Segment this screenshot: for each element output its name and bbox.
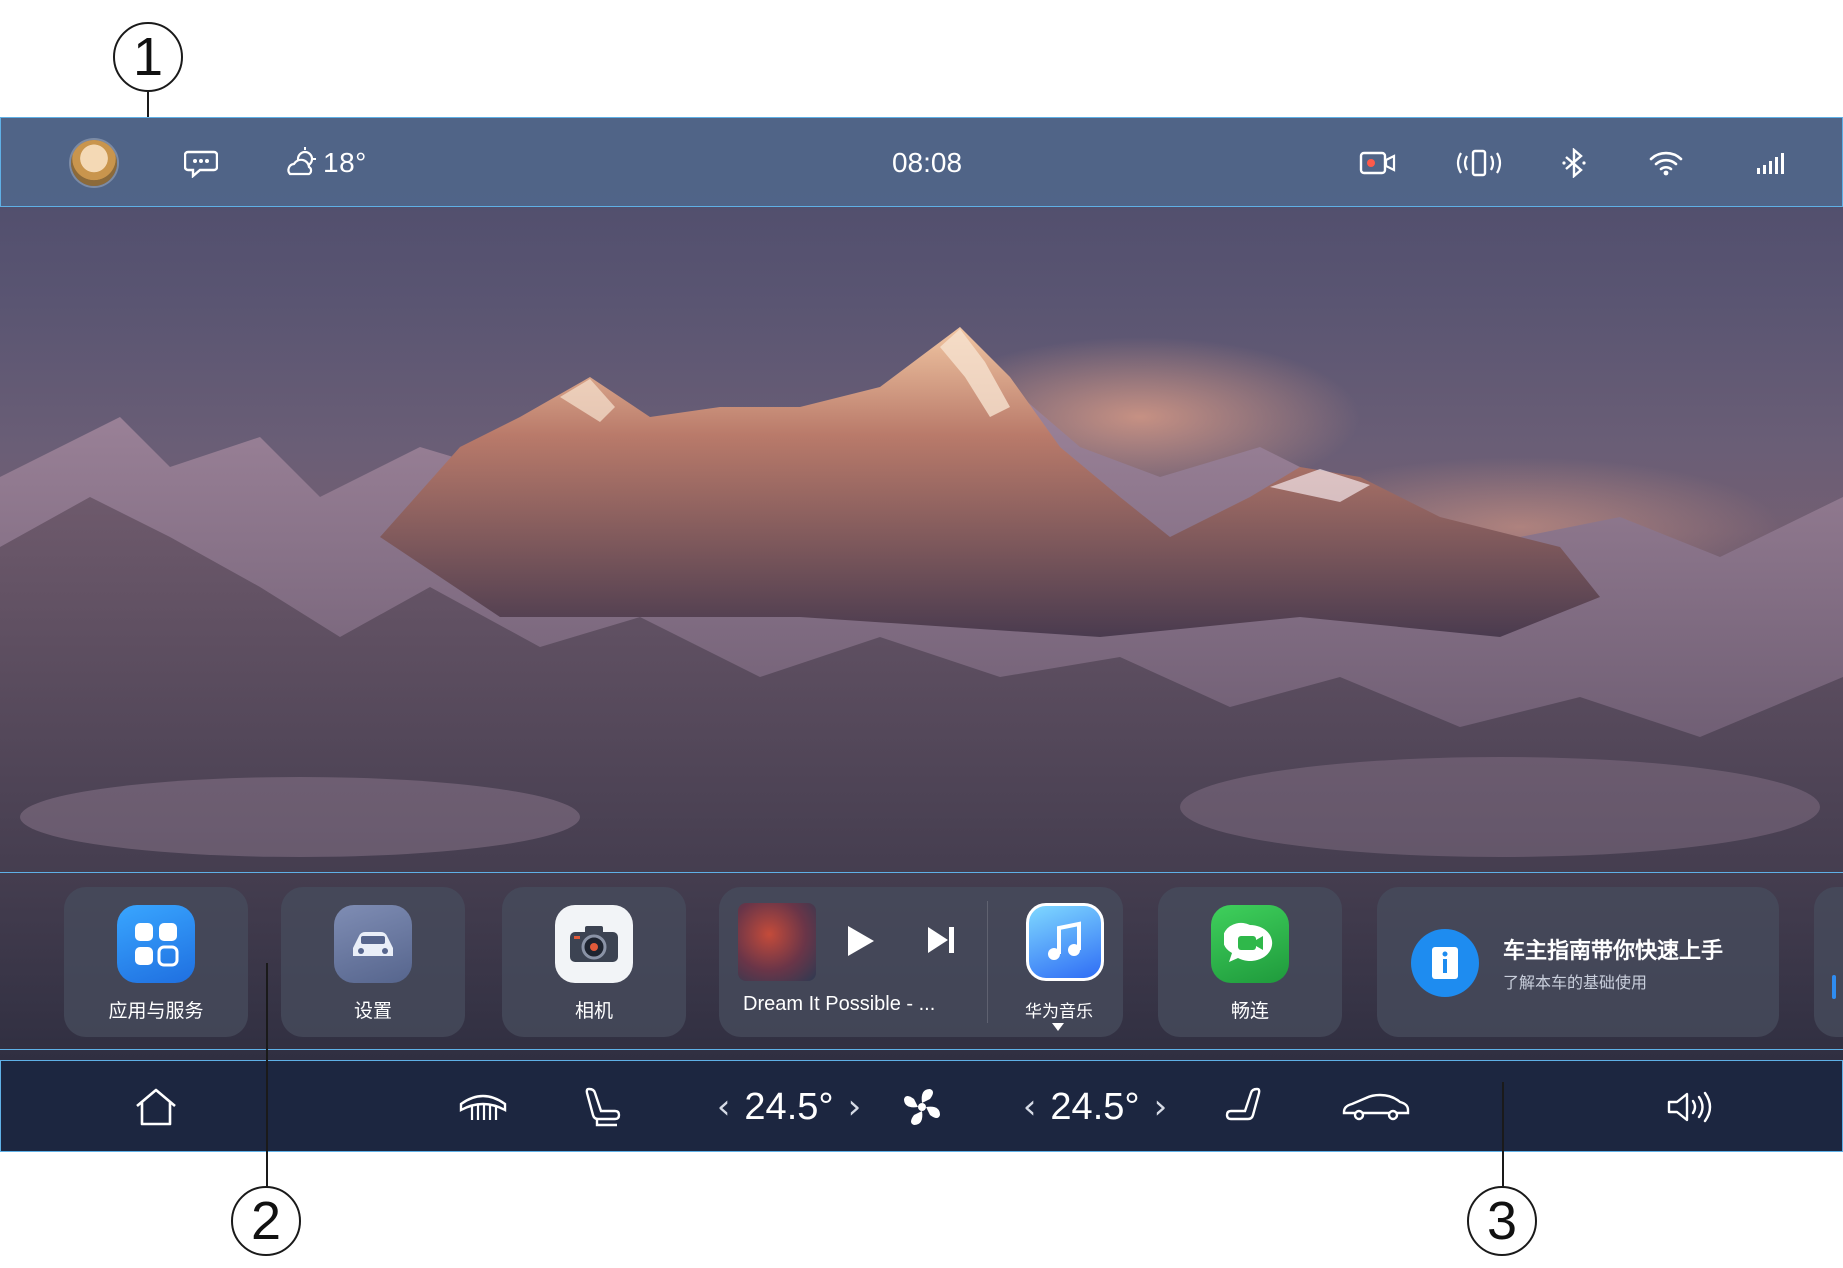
bluetooth-status[interactable]	[1561, 118, 1587, 208]
app-label: 相机	[574, 1000, 613, 1022]
time-text: 08:08	[891, 147, 963, 178]
bluetooth-icon	[1562, 148, 1586, 178]
cellular-status[interactable]	[1756, 118, 1786, 208]
expand-caret-icon[interactable]	[1052, 1023, 1064, 1031]
camera-icon	[555, 905, 633, 983]
car-icon	[1342, 1093, 1410, 1121]
play-icon	[848, 926, 874, 956]
passenger-seat-icon	[1225, 1087, 1261, 1121]
next-track-icon	[928, 927, 954, 953]
car-settings-icon	[334, 905, 412, 983]
app-label: 应用与服务	[108, 1000, 204, 1022]
callout-1: 1	[113, 22, 183, 92]
left-temperature-control: ‹ 24.5° ›	[689, 1061, 889, 1152]
app-dock: 应用与服务 设置 相机 Dream It Possible - ... 华为音乐…	[0, 872, 1843, 1050]
right-temperature-control: ‹ 24.5° ›	[995, 1061, 1195, 1152]
home-button[interactable]	[126, 1061, 186, 1152]
fan-button[interactable]	[897, 1061, 947, 1152]
callout-3-number: 3	[1486, 1191, 1518, 1251]
next-card-peek[interactable]	[1814, 887, 1843, 1037]
vehicle-button[interactable]	[1335, 1061, 1417, 1152]
callout-2-leader	[266, 963, 268, 1188]
wifi-status[interactable]	[1649, 118, 1683, 208]
guide-subtitle: 了解本车的基础使用	[1503, 973, 1648, 992]
rear-defrost-icon	[459, 1094, 507, 1120]
volume-button[interactable]	[1661, 1061, 1717, 1152]
defrost-button[interactable]	[456, 1061, 510, 1152]
left-temp-increase-button[interactable]: ›	[848, 1087, 862, 1127]
vibrate-icon	[1456, 149, 1502, 177]
peek-accent	[1832, 975, 1836, 999]
music-app-label: 华为音乐	[1025, 1002, 1093, 1022]
app-card-camera[interactable]: 相机	[502, 887, 686, 1037]
video-chat-icon	[1211, 905, 1289, 983]
wifi-icon	[1649, 151, 1683, 176]
passenger-seat-button[interactable]	[1221, 1061, 1267, 1152]
status-bar: 18° 08:08	[0, 117, 1843, 207]
signal-icon	[1757, 153, 1784, 174]
vibrate-status[interactable]	[1456, 118, 1502, 208]
owner-guide-card[interactable]: 车主指南带你快速上手 了解本车的基础使用	[1377, 887, 1779, 1037]
guide-title: 车主指南带你快速上手	[1503, 939, 1724, 964]
app-card-settings[interactable]: 设置	[281, 887, 465, 1037]
driver-seat-button[interactable]	[579, 1061, 625, 1152]
chat-bubble-icon	[184, 150, 218, 178]
callout-2: 2	[231, 1186, 301, 1256]
car-screen: 18° 08:08 应用与服务 设置 相机 Dream It Possible …	[0, 117, 1843, 1152]
callout-2-number: 2	[250, 1191, 282, 1251]
callout-3-leader	[1502, 1082, 1504, 1188]
track-title: Dream It Possible - ...	[743, 993, 936, 1015]
weather-temperature: 18°	[323, 147, 367, 178]
music-divider	[987, 901, 988, 1023]
callout-3: 3	[1467, 1186, 1537, 1256]
app-label: 设置	[353, 1000, 392, 1022]
music-widget[interactable]: Dream It Possible - ... 华为音乐	[719, 887, 1123, 1037]
apps-grid-icon	[117, 905, 195, 983]
volume-icon	[1667, 1091, 1712, 1123]
partly-cloudy-icon	[287, 147, 316, 176]
user-avatar[interactable]	[71, 118, 117, 208]
callout-1-number: 1	[132, 27, 164, 87]
music-note-icon[interactable]	[1026, 903, 1104, 981]
clock: 08:08	[871, 118, 983, 208]
info-book-icon	[1411, 929, 1479, 997]
message-button[interactable]	[184, 118, 218, 208]
right-temperature: 24.5°	[1050, 1085, 1140, 1128]
right-temp-increase-button[interactable]: ›	[1154, 1087, 1168, 1127]
right-temp-decrease-button[interactable]: ‹	[1023, 1087, 1037, 1127]
app-label: 畅连	[1230, 1000, 1269, 1022]
figure: 1 18° 08:08 应用与服务 设置 相机 Dream It Possibl…	[0, 0, 1843, 1268]
left-temp-decrease-button[interactable]: ‹	[717, 1087, 731, 1127]
fan-icon	[904, 1089, 940, 1125]
weather-widget[interactable]: 18°	[285, 118, 367, 208]
control-bar: ‹ 24.5° › ‹ 24.5° ›	[0, 1060, 1843, 1152]
play-button[interactable]	[846, 924, 876, 963]
album-art[interactable]	[738, 903, 816, 981]
next-track-button[interactable]	[926, 925, 956, 960]
app-card-meetime[interactable]: 畅连	[1158, 887, 1342, 1037]
home-icon	[136, 1088, 176, 1126]
driver-seat-icon	[585, 1087, 621, 1127]
avatar-icon	[71, 140, 117, 186]
app-card-apps-services[interactable]: 应用与服务	[64, 887, 248, 1037]
dashcam-icon	[1359, 151, 1396, 175]
left-temperature: 24.5°	[744, 1085, 834, 1128]
dashcam-button[interactable]	[1359, 118, 1397, 208]
